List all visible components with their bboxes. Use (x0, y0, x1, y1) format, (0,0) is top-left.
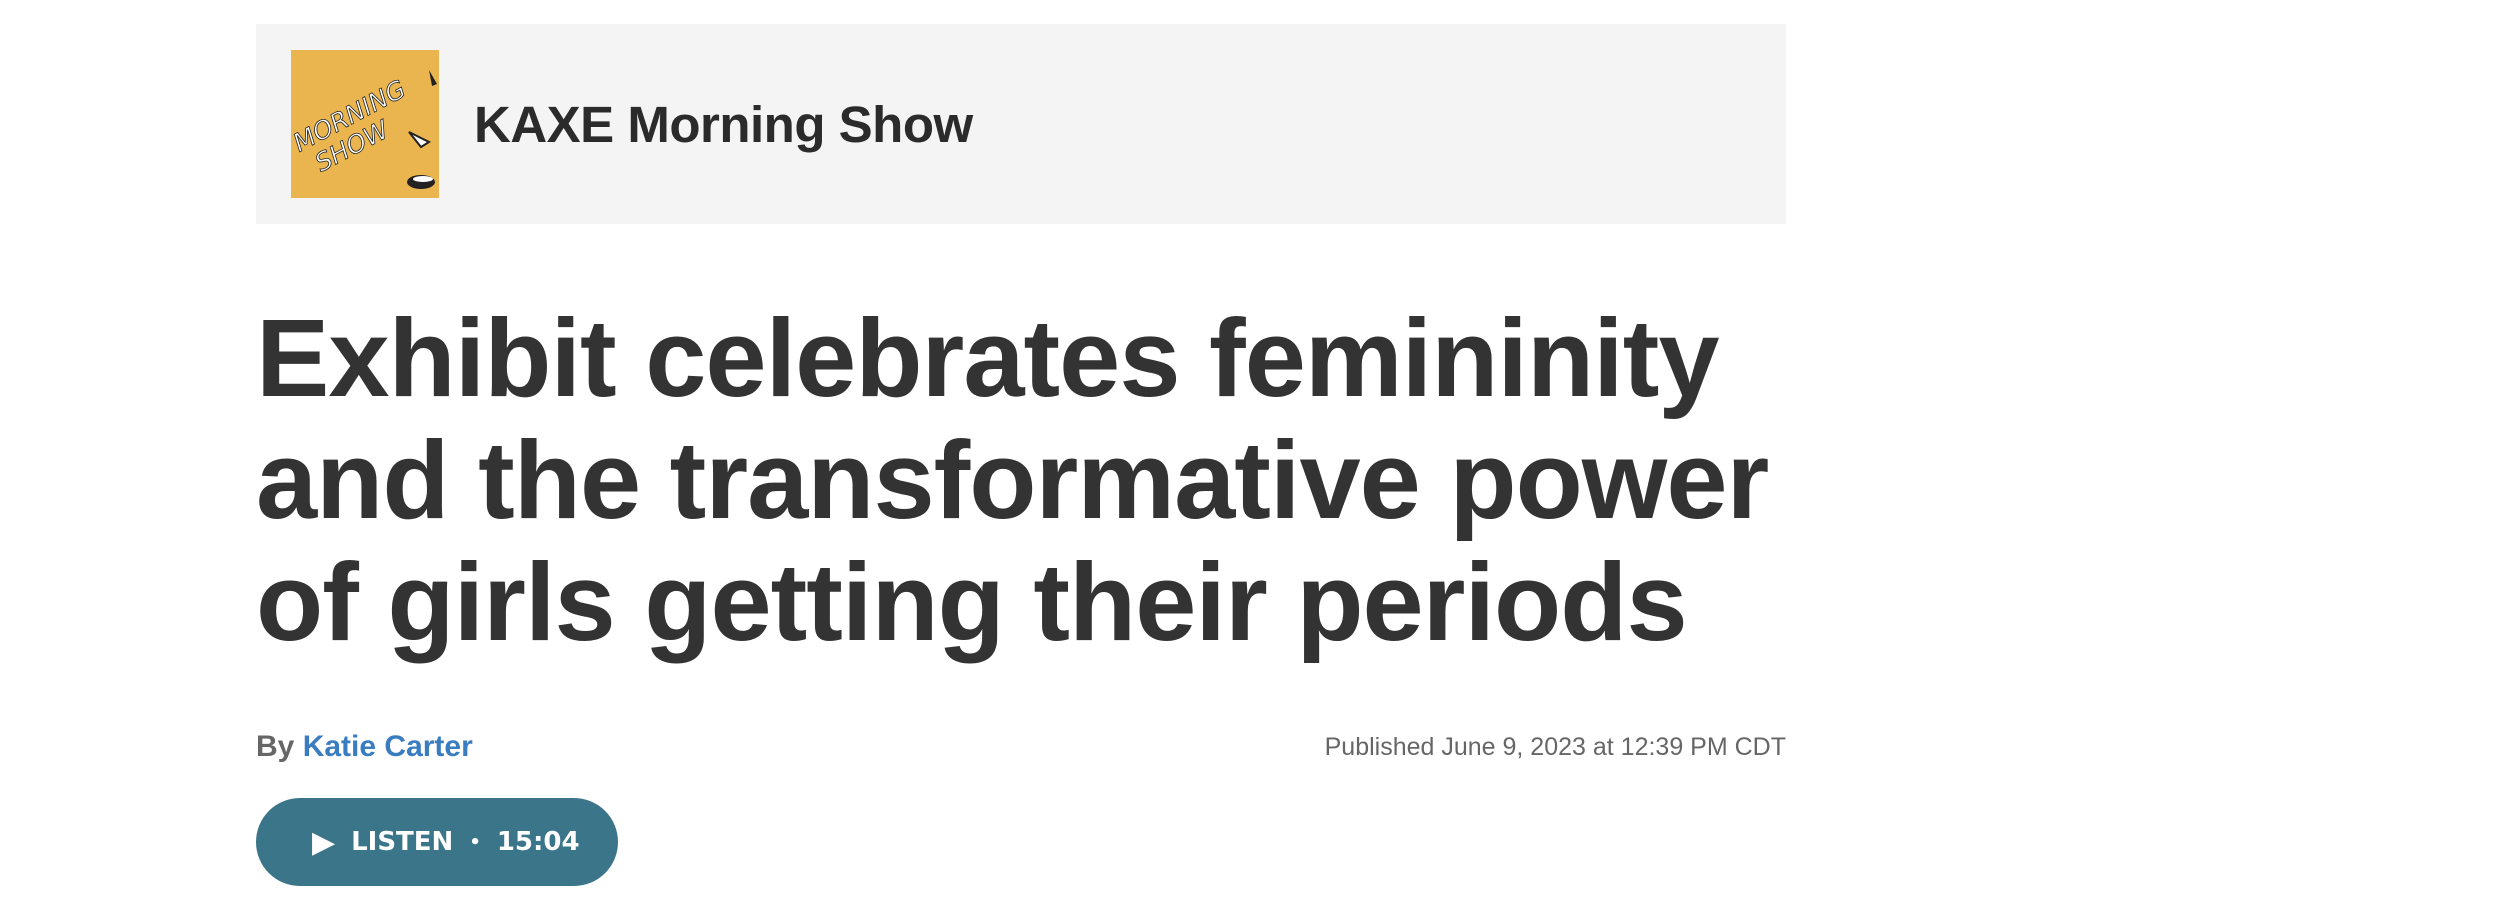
author-link[interactable]: Katie Carter (303, 730, 473, 763)
program-bar: MORNING SHOW KAXE Morning Show (256, 24, 1786, 224)
article-headline: Exhibit celebrates femininity and the tr… (256, 297, 1769, 664)
audio-duration: 15:04 (496, 827, 580, 857)
separator-dot: • (469, 831, 481, 853)
program-name[interactable]: KAXE Morning Show (474, 95, 973, 154)
play-icon: ▶ (312, 824, 336, 860)
listen-label: LISTEN (351, 827, 454, 857)
byline: By Katie Carter (256, 730, 473, 764)
article-meta: By Katie Carter Published June 9, 2023 a… (256, 730, 1786, 764)
byline-prefix: By (256, 730, 295, 763)
program-logo[interactable]: MORNING SHOW (291, 50, 439, 198)
listen-button[interactable]: ▶ LISTEN • 15:04 (256, 798, 618, 886)
published-date: Published June 9, 2023 at 12:39 PM CDT (1324, 732, 1786, 761)
article-header: MORNING SHOW KAXE Morning Show Exhibit c… (256, 24, 1786, 886)
morning-show-logo-art: MORNING SHOW (291, 50, 439, 198)
